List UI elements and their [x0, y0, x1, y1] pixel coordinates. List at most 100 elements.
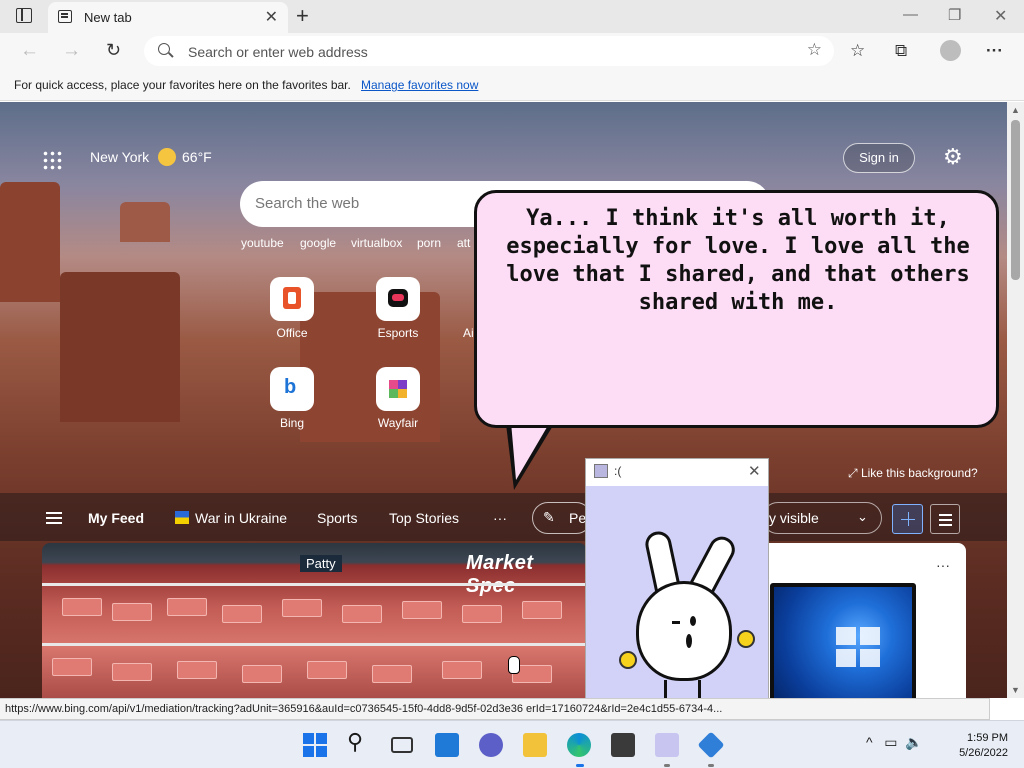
- tile-label: Wayfair: [377, 416, 419, 430]
- status-bar: https://www.bing.com/api/v1/mediation/tr…: [0, 698, 990, 720]
- tile-label: Esports: [377, 326, 419, 340]
- feed-tab-war-in-ukraine[interactable]: War in Ukraine: [195, 510, 287, 526]
- edge-icon[interactable]: [567, 733, 591, 757]
- bunny-eye-left: [672, 621, 680, 624]
- profile-avatar[interactable]: [940, 40, 961, 61]
- news-card-meat-market[interactable]: Patty Market Spec: [42, 543, 587, 698]
- card-more-icon[interactable]: ···: [936, 557, 950, 573]
- file-explorer-icon[interactable]: [523, 733, 547, 757]
- scroll-up-icon[interactable]: ▲: [1011, 105, 1020, 115]
- close-icon[interactable]: ✕: [748, 462, 761, 480]
- close-window-button[interactable]: ✕: [994, 6, 1007, 26]
- office-icon: [270, 277, 314, 321]
- chat-icon[interactable]: [479, 733, 503, 757]
- weather-location[interactable]: New York: [90, 149, 149, 165]
- feed-tab-sports[interactable]: Sports: [317, 510, 357, 526]
- meat-package: [442, 661, 482, 679]
- new-tab-button[interactable]: +: [296, 3, 309, 29]
- settings-more-icon[interactable]: ···: [986, 41, 1003, 61]
- active-app-indicator: [576, 764, 584, 767]
- minimize-button[interactable]: —: [903, 6, 918, 23]
- favorites-icon[interactable]: ☆: [850, 41, 865, 61]
- wayfair-icon: [376, 367, 420, 411]
- feed-tab-top-stories[interactable]: Top Stories: [389, 510, 459, 526]
- personalize-button[interactable]: ✎ Pe: [532, 502, 592, 534]
- close-tab-icon[interactable]: ✕: [265, 7, 278, 27]
- shelf: [42, 583, 587, 586]
- chevron-up-icon[interactable]: ^: [866, 734, 873, 750]
- search-icon: [158, 43, 170, 55]
- scrollbar-thumb[interactable]: [1011, 120, 1020, 280]
- tile-office[interactable]: Office: [262, 277, 322, 340]
- weather-temperature[interactable]: 66°F: [182, 149, 212, 165]
- sign-in-button[interactable]: Sign in: [843, 143, 915, 173]
- tab-new-tab[interactable]: New tab ✕: [48, 2, 288, 33]
- bunny-app-icon[interactable]: [655, 733, 679, 757]
- bunny-app-icon: [594, 464, 608, 478]
- quick-link[interactable]: google: [300, 236, 336, 250]
- like-background-link[interactable]: ⤢ Like this background?: [848, 466, 978, 481]
- system-tray[interactable]: ^ ▭ 🔈: [866, 734, 923, 751]
- store-icon[interactable]: [611, 733, 635, 757]
- add-favorite-icon[interactable]: ☆: [807, 40, 822, 60]
- feed-more-button[interactable]: ···: [493, 510, 507, 526]
- meat-package: [222, 605, 262, 623]
- ukraine-flag-icon: [175, 511, 189, 524]
- bunny-mouth: [686, 634, 692, 648]
- desktop-pet-window[interactable]: :( ✕: [585, 458, 769, 718]
- volume-icon[interactable]: 🔈: [905, 734, 922, 750]
- browser-toolbar: ← → ↻ Search or enter web address ☆ ☆ ⧉ …: [0, 33, 1024, 70]
- app-cube-icon[interactable]: [697, 731, 725, 759]
- pet-window-title: :(: [614, 464, 622, 478]
- meat-package: [522, 601, 562, 619]
- scroll-down-icon[interactable]: ▼: [1011, 685, 1020, 695]
- feed-bar: My Feed War in Ukraine Sports Top Storie…: [0, 493, 1007, 541]
- collections-icon[interactable]: ⧉: [895, 41, 907, 61]
- forward-button[interactable]: →: [62, 40, 81, 62]
- news-card-windows[interactable]: ···: [768, 543, 966, 698]
- feed-tab-my-feed[interactable]: My Feed: [88, 510, 144, 526]
- background-butte: [60, 272, 180, 422]
- address-bar[interactable]: Search or enter web address ☆: [144, 36, 834, 66]
- back-button[interactable]: ←: [20, 40, 39, 62]
- bunny-body: [636, 581, 732, 681]
- refresh-button[interactable]: ↻: [106, 40, 121, 61]
- list-view-icon[interactable]: [930, 504, 960, 534]
- quick-link[interactable]: porn: [417, 236, 441, 250]
- meat-package: [167, 598, 207, 616]
- tab-actions-icon[interactable]: [16, 8, 32, 23]
- like-background-label: Like this background?: [860, 466, 978, 480]
- restore-button[interactable]: ❐: [948, 6, 961, 24]
- tile-esports[interactable]: Esports: [368, 277, 428, 340]
- menu-icon[interactable]: [46, 517, 62, 519]
- content-visibility-dropdown[interactable]: y visible ⌄: [762, 502, 882, 534]
- running-app-indicator: [664, 764, 670, 767]
- weather-sun-icon: [158, 148, 176, 166]
- speech-bubble-tail-fill: [511, 422, 550, 480]
- quick-link[interactable]: virtualbox: [351, 236, 402, 250]
- windows-start-icon[interactable]: [303, 733, 327, 757]
- meat-package: [282, 599, 322, 617]
- background-butte: [0, 182, 60, 302]
- page-scrollbar[interactable]: ▲ ▼: [1007, 102, 1024, 698]
- clock-time: 1:59 PM: [967, 732, 1008, 744]
- apps-launcher-icon[interactable]: [42, 150, 62, 170]
- gear-icon[interactable]: ⚙: [943, 144, 963, 170]
- task-view-icon[interactable]: [391, 737, 413, 753]
- pet-window-titlebar[interactable]: :( ✕: [586, 459, 768, 485]
- meat-package: [307, 661, 347, 679]
- search-icon[interactable]: ⚲: [347, 729, 371, 754]
- tile-bing[interactable]: b Bing: [262, 367, 322, 430]
- widgets-icon[interactable]: [435, 733, 459, 757]
- meat-package: [112, 663, 152, 681]
- taskbar-clock[interactable]: 1:59 PM 5/26/2022: [948, 731, 1008, 761]
- quick-link[interactable]: youtube: [241, 236, 284, 250]
- manage-favorites-link[interactable]: Manage favorites now: [361, 78, 478, 92]
- network-icon[interactable]: ▭: [884, 734, 897, 750]
- meat-package: [342, 605, 382, 623]
- tile-wayfair[interactable]: Wayfair: [368, 367, 428, 430]
- bunny-hand-left: [619, 651, 637, 669]
- meat-package: [462, 605, 502, 623]
- meat-package: [112, 603, 152, 621]
- grid-view-icon[interactable]: [892, 504, 923, 534]
